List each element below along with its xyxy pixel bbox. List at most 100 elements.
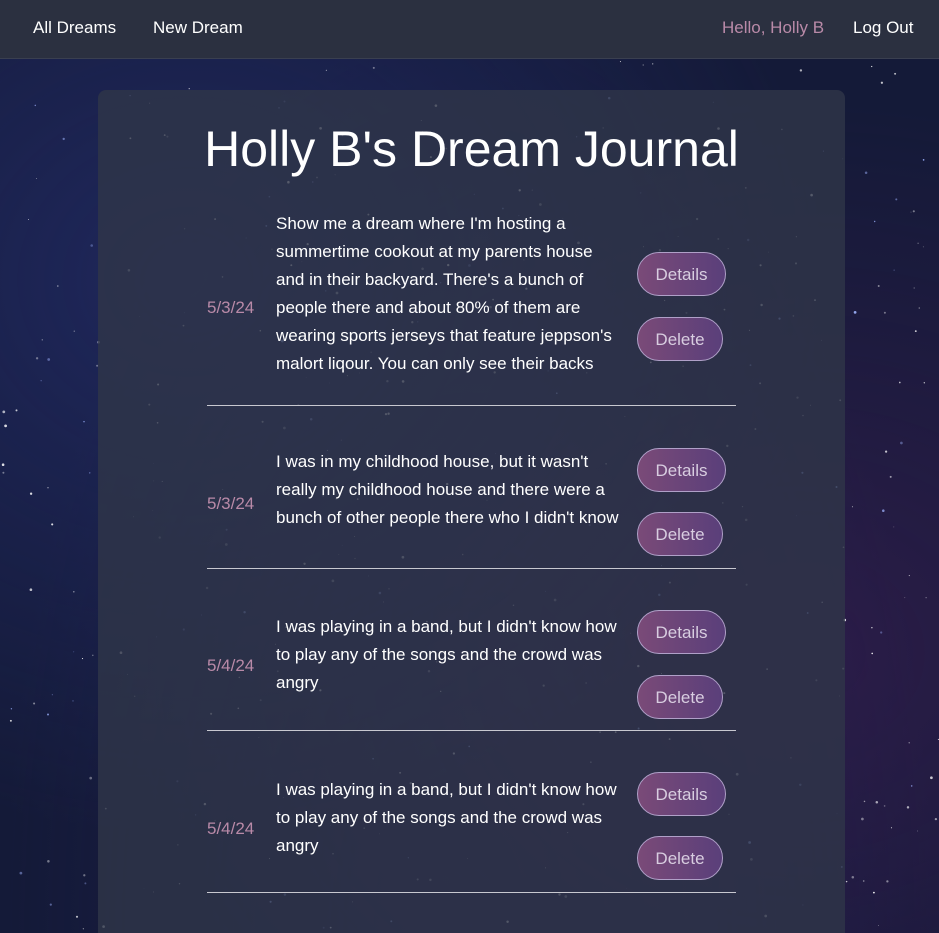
star (906, 806, 910, 809)
star (4, 424, 7, 428)
star (877, 285, 880, 287)
star (871, 65, 873, 68)
star (2, 471, 5, 474)
star (89, 472, 91, 474)
page-title: Holly B's Dream Journal (204, 121, 739, 177)
star (914, 330, 917, 332)
star (35, 357, 39, 360)
star (884, 450, 888, 453)
dream-date: 5/4/24 (207, 819, 255, 838)
dream-row: 5/4/24 I was playing in a band, but I di… (207, 568, 736, 731)
star (47, 713, 49, 716)
star (47, 358, 51, 361)
star (89, 776, 93, 780)
star (925, 597, 927, 599)
star (922, 159, 925, 161)
dream-text: I was playing in a band, but I didn't kn… (276, 780, 617, 855)
delete-button[interactable]: Delete (637, 675, 723, 719)
star (873, 891, 875, 894)
nav-link-new-dream[interactable]: New Dream (153, 18, 243, 38)
star (36, 178, 37, 179)
star (863, 800, 866, 803)
star (917, 830, 919, 832)
star (923, 382, 925, 384)
star (1, 463, 5, 466)
star (895, 198, 898, 201)
dream-date: 5/3/24 (207, 298, 255, 317)
star (922, 246, 924, 248)
star (47, 860, 50, 863)
star (799, 69, 803, 72)
star (878, 925, 879, 926)
nav-link-all-dreams[interactable]: All Dreams (33, 18, 116, 38)
delete-button[interactable]: Delete (637, 512, 723, 556)
star (15, 409, 18, 412)
dream-date: 5/4/24 (207, 656, 255, 675)
star (9, 719, 12, 722)
dream-date: 5/3/24 (207, 494, 255, 513)
star (908, 575, 910, 577)
star (851, 506, 853, 508)
dream-journal-card: Holly B's Dream Journal 5/3/24 Show me a… (98, 90, 845, 933)
star (75, 915, 79, 918)
star (29, 588, 33, 592)
star (40, 380, 42, 382)
dream-text: I was playing in a band, but I didn't kn… (276, 617, 617, 692)
dream-row: 5/3/24 Show me a dream where I'm hosting… (207, 208, 736, 406)
dream-row: 5/4/24 I was playing in a band, but I di… (207, 730, 736, 893)
star (81, 658, 84, 660)
star (47, 487, 49, 489)
star (910, 211, 912, 213)
star (28, 219, 30, 220)
star (930, 776, 933, 780)
star (880, 631, 883, 634)
star (883, 805, 886, 807)
star (10, 708, 13, 710)
star (871, 627, 873, 629)
star (917, 242, 919, 244)
details-button[interactable]: Details (637, 772, 726, 816)
star (619, 61, 621, 63)
star (890, 827, 893, 829)
star (853, 311, 857, 314)
star (2, 410, 6, 414)
star (92, 654, 94, 657)
delete-button[interactable]: Delete (637, 836, 723, 880)
star (874, 220, 876, 223)
star (893, 526, 895, 528)
star (910, 785, 913, 787)
star (652, 63, 654, 65)
star (19, 871, 23, 875)
star (918, 307, 921, 309)
star (845, 880, 848, 883)
star (73, 591, 75, 593)
star (33, 702, 36, 705)
details-button[interactable]: Details (637, 610, 726, 654)
star (83, 874, 86, 877)
star (29, 492, 33, 495)
dream-text: Show me a dream where I'm hosting a summ… (276, 214, 612, 373)
star (372, 66, 375, 69)
star (51, 523, 54, 526)
star (84, 882, 87, 885)
star (72, 700, 74, 702)
star (851, 876, 855, 879)
star (875, 800, 879, 804)
dream-text: I was in my childhood house, but it wasn… (276, 452, 619, 527)
nav-link-log-out[interactable]: Log Out (853, 18, 914, 38)
star (934, 817, 938, 821)
star (41, 339, 43, 341)
user-greeting: Hello, Holly B (722, 18, 825, 37)
details-button[interactable]: Details (637, 252, 726, 296)
delete-button[interactable]: Delete (637, 317, 723, 361)
star (51, 694, 53, 696)
star (83, 420, 85, 423)
star (882, 509, 885, 512)
navbar: All Dreams New Dream Hello, Holly B Log … (0, 0, 939, 59)
details-button[interactable]: Details (637, 448, 726, 492)
star (862, 880, 865, 882)
star (886, 880, 889, 883)
star (34, 104, 37, 107)
star (889, 475, 892, 478)
star (82, 928, 84, 930)
